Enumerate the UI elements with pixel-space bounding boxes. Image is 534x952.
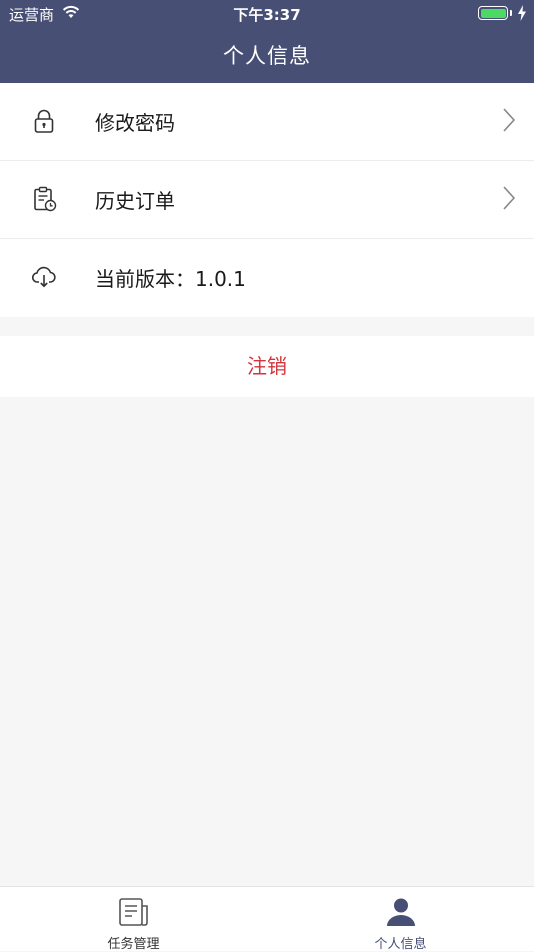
menu-item-version: 当前版本：1.0.1: [0, 239, 534, 317]
page-title: 个人信息: [223, 44, 311, 68]
chevron-right-icon: [502, 185, 516, 215]
cloud-download-icon: [30, 263, 58, 291]
status-time: 下午3:37: [233, 6, 301, 24]
chevron-right-icon: [502, 107, 516, 137]
lock-icon: [30, 107, 58, 135]
tab-label: 个人信息: [374, 937, 427, 952]
tab-task-management[interactable]: 任务管理: [0, 887, 267, 952]
battery-icon: [478, 6, 508, 20]
menu-item-label: 历史订单: [95, 189, 175, 213]
menu-item-order-history[interactable]: 历史订单: [0, 161, 534, 239]
person-icon: [384, 896, 418, 928]
tab-personal-info[interactable]: 个人信息: [267, 887, 534, 952]
document-icon: [117, 896, 151, 928]
tab-label: 任务管理: [107, 937, 160, 952]
battery-cap: [510, 10, 512, 16]
tab-bar: 任务管理 个人信息: [0, 886, 534, 952]
menu-item-change-password[interactable]: 修改密码: [0, 83, 534, 161]
header: 运营商 下午3:37 个人信息: [0, 0, 534, 83]
charging-icon: [517, 5, 527, 25]
logout-button[interactable]: 注销: [0, 336, 534, 397]
order-history-icon: [30, 185, 58, 213]
settings-menu: 修改密码 历史订单 当前版本：1.0.1: [0, 83, 534, 317]
menu-item-label: 修改密码: [95, 111, 175, 135]
version-label: 当前版本：1.0.1: [95, 267, 246, 291]
status-bar: 运营商 下午3:37: [0, 0, 534, 28]
